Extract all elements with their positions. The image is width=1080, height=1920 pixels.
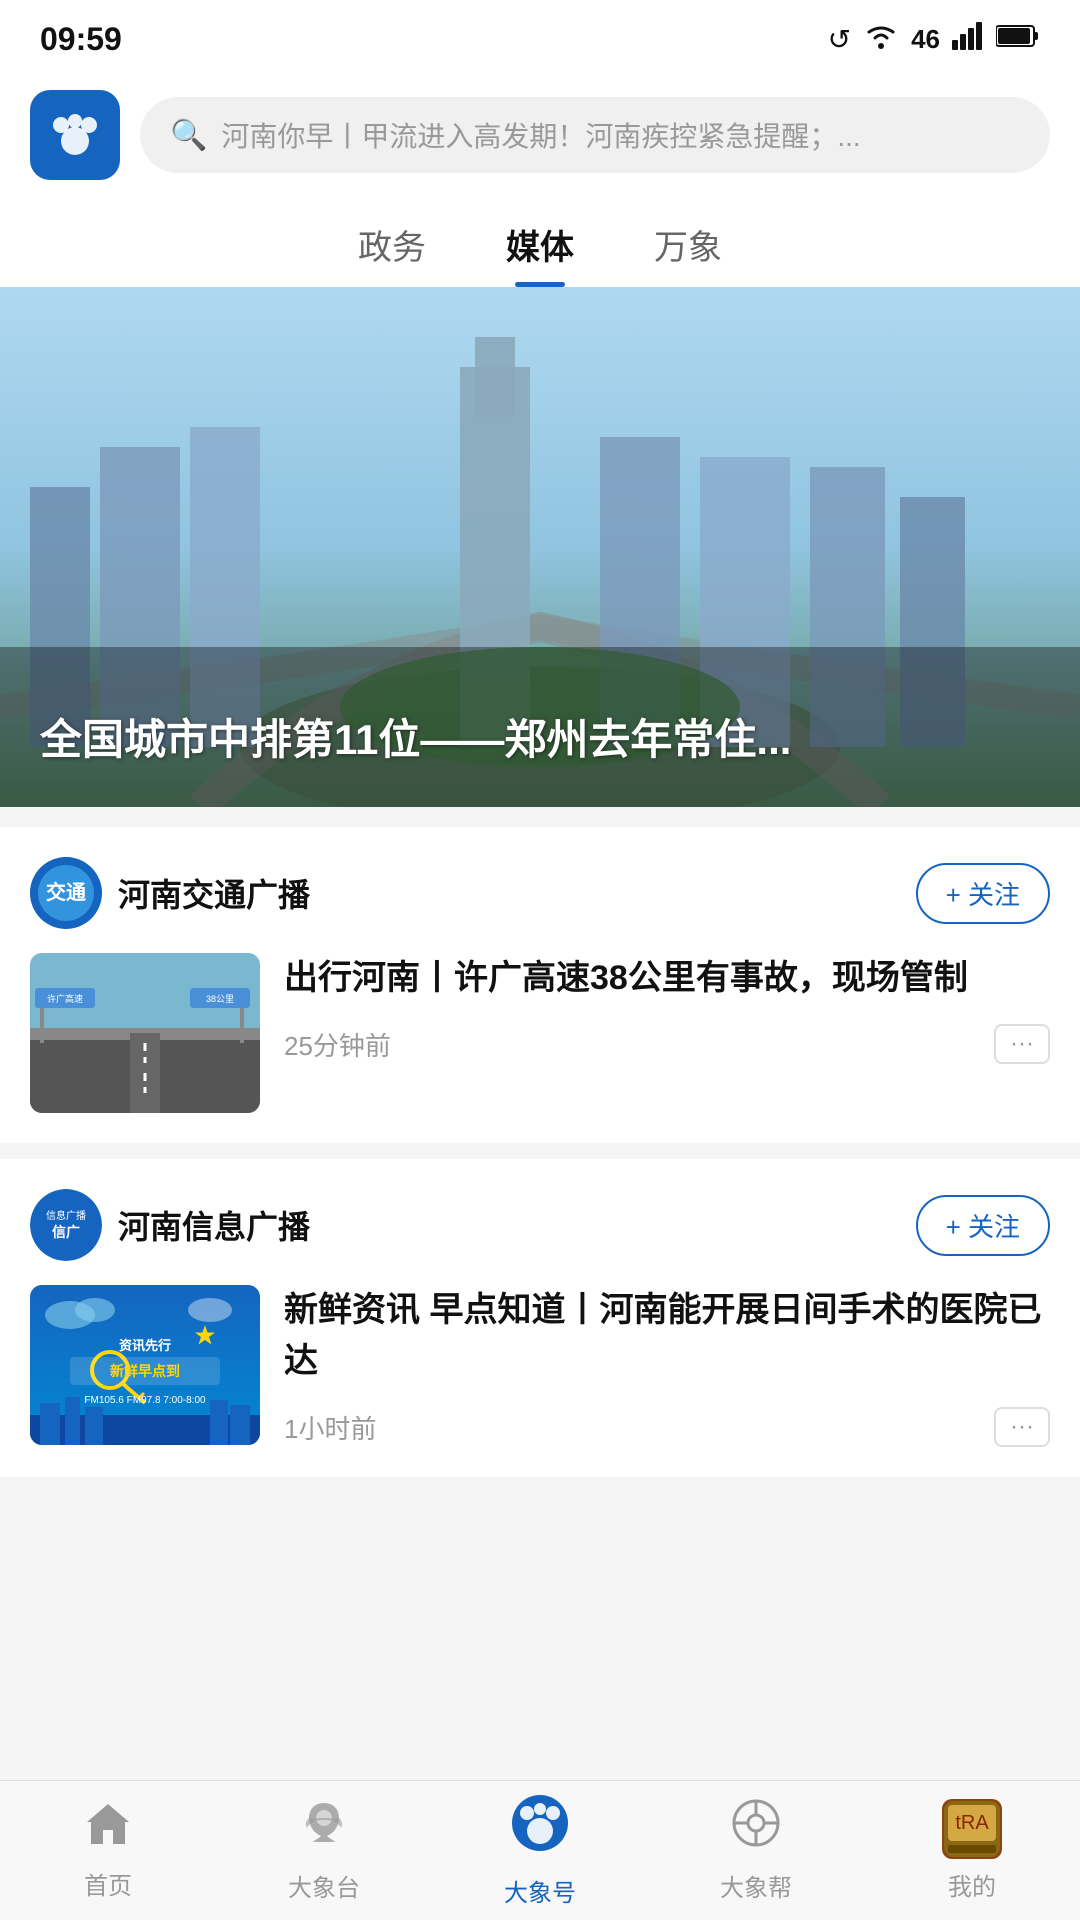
news-meta-1: 1小时前 ··· — [284, 1407, 1050, 1447]
svg-text:新鲜早点到: 新鲜早点到 — [110, 1363, 180, 1379]
card-source-1: 信息广播 信广 河南信息广播 — [30, 1189, 310, 1261]
news-thumb-0: 许广高速 38公里 — [30, 953, 260, 1113]
nav-tabs: 政务 媒体 万象 — [0, 200, 1080, 287]
header: 🔍 河南你早丨甲流进入高发期！河南疾控紧急提醒；... — [0, 70, 1080, 200]
status-bar: 09:59 ↺ 46 — [0, 0, 1080, 70]
nav-item-home[interactable]: 首页 — [0, 1800, 216, 1901]
nav-item-mine[interactable]: tRA 我的 — [864, 1799, 1080, 1902]
battery-icon — [996, 23, 1040, 55]
nav-label-mine: 我的 — [948, 1867, 996, 1902]
daxianghao-icon — [510, 1793, 570, 1865]
hero-banner[interactable]: 全国城市中排第11位——郑州去年常住... — [0, 287, 1080, 807]
bottom-nav: 首页 大象台 大象号 — [0, 1780, 1080, 1920]
hero-caption: 全国城市中排第11位——郑州去年常住... — [40, 706, 1040, 767]
card-header-0: 交通 河南交通广播 + 关注 — [30, 857, 1050, 929]
news-time-1: 1小时前 — [284, 1409, 376, 1446]
status-icons: ↺ 46 — [828, 22, 1040, 57]
tab-wanxiang[interactable]: 万象 — [654, 220, 722, 287]
source-avatar-1: 信息广播 信广 — [30, 1189, 102, 1261]
card-source-0: 交通 河南交通广播 — [30, 857, 310, 929]
news-title-1: 新鲜资讯 早点知道丨河南能开展日间手术的医院已达 — [284, 1285, 1050, 1387]
app-logo[interactable] — [30, 90, 120, 180]
source-name-1: 河南信息广播 — [118, 1202, 310, 1248]
home-icon — [83, 1800, 133, 1858]
svg-text:FM105.6 FM97.8 7:00-8:00: FM105.6 FM97.8 7:00-8:00 — [84, 1395, 206, 1406]
svg-text:tRA: tRA — [955, 1812, 989, 1834]
nav-item-daxiangtai[interactable]: 大象台 — [216, 1798, 432, 1903]
card-header-1: 信息广播 信广 河南信息广播 + 关注 — [30, 1189, 1050, 1261]
news-card-1: 信息广播 信广 河南信息广播 + 关注 — [0, 1159, 1080, 1477]
svg-text:信息广播: 信息广播 — [46, 1209, 86, 1222]
source-avatar-0: 交通 — [30, 857, 102, 929]
rotate-icon: ↺ — [828, 23, 851, 56]
news-meta-0: 25分钟前 ··· — [284, 1024, 1050, 1064]
search-bar[interactable]: 🔍 河南你早丨甲流进入高发期！河南疾控紧急提醒；... — [140, 97, 1050, 173]
news-title-0: 出行河南丨许广高速38公里有事故，现场管制 — [284, 953, 1050, 1004]
nav-item-daxianghao[interactable]: 大象号 — [432, 1793, 648, 1908]
more-btn-1[interactable]: ··· — [994, 1407, 1050, 1447]
svg-text:38公里: 38公里 — [206, 994, 234, 1004]
news-content-1: 新鲜资讯 早点知道丨河南能开展日间手术的医院已达 1小时前 ··· — [284, 1285, 1050, 1447]
content-area: 交通 河南交通广播 + 关注 — [0, 827, 1080, 1477]
svg-text:信广: 信广 — [52, 1224, 80, 1240]
news-thumb-1: 资讯先行 新鲜早点到 FM105.6 FM97.8 7:00-8:00 — [30, 1285, 260, 1445]
nav-label-daxiangtai: 大象台 — [288, 1868, 360, 1903]
wifi-icon — [863, 22, 899, 57]
status-time: 09:59 — [40, 21, 122, 58]
tab-zhengwu[interactable]: 政务 — [358, 220, 426, 287]
daxiangbang-icon — [731, 1798, 781, 1860]
4g-label: 46 — [911, 24, 940, 55]
nav-label-home: 首页 — [84, 1866, 132, 1901]
nav-label-daxiangbang: 大象帮 — [720, 1868, 792, 1903]
daxiangtai-icon — [299, 1798, 349, 1860]
svg-text:交通: 交通 — [46, 880, 86, 904]
mine-avatar: tRA — [942, 1799, 1002, 1859]
svg-text:许广高速: 许广高速 — [47, 993, 83, 1004]
signal-icon — [952, 22, 984, 57]
follow-btn-0[interactable]: + 关注 — [916, 863, 1050, 924]
news-card-0: 交通 河南交通广播 + 关注 — [0, 827, 1080, 1143]
nav-label-daxianghao: 大象号 — [504, 1873, 576, 1908]
source-name-0: 河南交通广播 — [118, 870, 310, 916]
news-item-0: 许广高速 38公里 出行河南丨许广高速38公里有事故，现场管制 25分钟前 ··… — [30, 953, 1050, 1113]
svg-text:资讯先行: 资讯先行 — [119, 1338, 171, 1353]
news-item-1: 资讯先行 新鲜早点到 FM105.6 FM97.8 7:00-8:00 新鲜资讯… — [30, 1285, 1050, 1447]
news-content-0: 出行河南丨许广高速38公里有事故，现场管制 25分钟前 ··· — [284, 953, 1050, 1064]
nav-item-daxiangbang[interactable]: 大象帮 — [648, 1798, 864, 1903]
follow-btn-1[interactable]: + 关注 — [916, 1195, 1050, 1256]
tab-meiti[interactable]: 媒体 — [506, 220, 574, 287]
search-text: 河南你早丨甲流进入高发期！河南疾控紧急提醒；... — [221, 115, 860, 155]
more-btn-0[interactable]: ··· — [994, 1024, 1050, 1064]
news-time-0: 25分钟前 — [284, 1026, 391, 1063]
search-icon: 🔍 — [170, 118, 207, 153]
